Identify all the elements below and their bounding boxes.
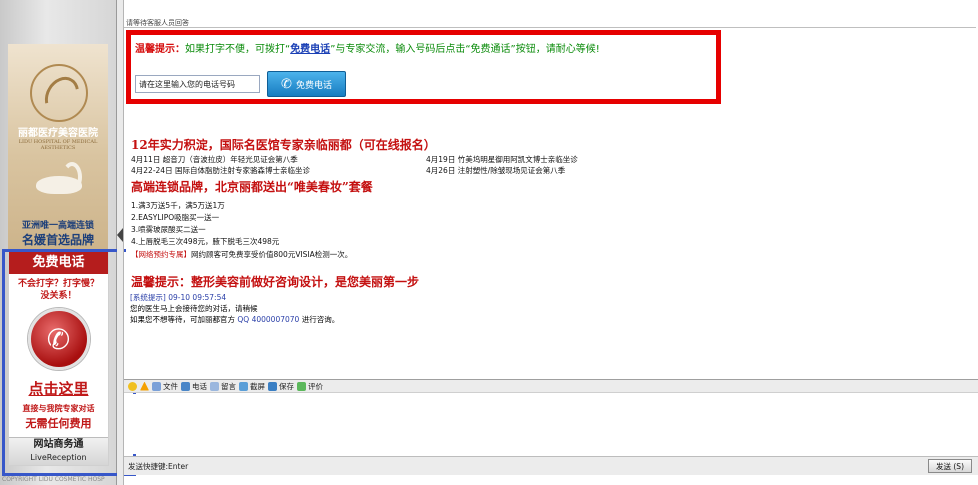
file-button[interactable]: 文件 (152, 381, 178, 392)
free-call-button[interactable]: ✆ 免费电话 (267, 71, 346, 97)
screenshot-button[interactable]: 截屏 (239, 381, 265, 392)
live-reception-footer: 网站商务通 LiveReception (9, 437, 108, 465)
system-label: [系统提示] (130, 293, 166, 302)
promo-heading-1: 12年实力积淀，国际名医馆专家亲临丽都（可在线报名） (131, 138, 436, 152)
offer-item: 3.喷雾玻尿酸买二送一 (131, 225, 206, 234)
system-text: 进行咨询。 (301, 315, 340, 324)
scissors-icon (239, 381, 248, 391)
toolbar-label: 保存 (279, 381, 294, 391)
offer-item: 1.满3万送5千，满5万送1万 (131, 201, 225, 210)
online-offer-label: 【网络预约专属】 (131, 250, 191, 259)
free-call-button-label: 免费电话 (295, 80, 332, 91)
toolbar-label: 电话 (192, 381, 207, 391)
swan-icon (30, 162, 88, 198)
footer-sub: LiveReception (30, 453, 87, 462)
toolbar-label: 留言 (221, 381, 236, 391)
system-time: 09-10 09:57:54 (168, 293, 227, 302)
free-call-title: 免费电话 (9, 252, 108, 274)
send-shortcut-hint: 发送快捷键:Enter (128, 462, 189, 471)
brand-slogan-2: 名媛首选品牌 (21, 233, 94, 247)
smiley-icon (128, 381, 137, 391)
qq-link[interactable]: QQ 4000007070 (237, 315, 299, 324)
notice-text-1: 如果打字不便，可拨打“ (185, 44, 291, 55)
offer-item: 4.上唇脱毛三次498元，腋下脱毛三次498元 (131, 237, 280, 246)
file-icon (152, 381, 161, 391)
phone-icon (181, 381, 190, 391)
note-icon (210, 381, 219, 391)
send-button[interactable]: 发送 (S) (928, 459, 972, 473)
phone-icon[interactable] (27, 308, 90, 370)
floppy-disk-icon (268, 381, 277, 391)
event-right-1: 4月19日 竹美坞明星御用阿凯文博士亲临坐诊 (426, 155, 578, 164)
system-message-header: [系统提示] 09-10 09:57:54 (130, 292, 226, 303)
emoji-button[interactable] (128, 381, 137, 391)
system-text: 如果您不想等待，可加丽都官方 (130, 315, 235, 324)
alert-button[interactable] (140, 381, 149, 391)
notice-line: 温馨提示：如果打字不便，可拨打“免费电话”与专家交流，输入号码后点击“免费通话”… (135, 40, 600, 55)
chat-window: 请等待客服人员回答 温馨提示：如果打字不便，可拨打“免费电话”与专家交流，输入号… (124, 0, 978, 485)
free-call-panel[interactable]: 免费电话 不会打字？打字慢？ 没关系！ 点击这里 直接与我院专家对话 无需任何费… (8, 251, 109, 466)
footer-title: 网站商务通 (33, 439, 84, 450)
offer-item: 2.EASYLIPO吸脂买一送一 (131, 213, 220, 222)
event-right-2: 4月26日 注射塑性/除皱现场见证会第八季 (426, 166, 566, 175)
copyright: COPYRIGHT LIDU COSMETIC HOSP (2, 476, 105, 483)
event-left-2: 4月22-24日 国际自体脂肪注射专家骆森博士亲临坐诊 (131, 166, 310, 175)
online-offer: 【网络预约专属】网约顾客可免费享受价值800元VISIA检测一次。 (131, 249, 352, 260)
free-call-sub-2: 没关系！ (40, 291, 77, 301)
status-bar: 发送快捷键:Enter 发送 (S) (124, 456, 978, 475)
promo-heading-2: 高端连锁品牌，北京丽都送出“唯美春妆”套餐 (131, 180, 373, 194)
save-button[interactable]: 保存 (268, 381, 294, 392)
chat-toolbar: 文件 电话 留言 截屏 保存 评价 (124, 379, 978, 393)
panel-splitter[interactable] (117, 0, 124, 485)
system-message-line-2: 如果您不想等待，可加丽都官方 QQ 4000007070 进行咨询。 (130, 314, 339, 325)
rate-button[interactable]: 评价 (297, 381, 323, 392)
brand-banner[interactable]: 丽都医疗美容医院 LIDU HOSPITAL OF MEDICAL AESTHE… (8, 44, 108, 249)
phone-handset-icon: ✆ (281, 76, 292, 92)
swan-logo-icon (30, 64, 88, 122)
free-call-sub-3: 直接与我院专家对话 (22, 404, 95, 413)
toolbar-label: 文件 (163, 381, 178, 391)
phone-number-input[interactable] (135, 75, 260, 93)
warning-icon (140, 381, 149, 391)
status-header: 请等待客服人员回答 (124, 18, 976, 28)
brand-name-en: LIDU HOSPITAL OF MEDICAL AESTHETICS (18, 139, 98, 151)
free-call-sub-4: 无需任何费用 (25, 417, 92, 430)
notice-label: 温馨提示： (135, 44, 185, 55)
message-input[interactable] (126, 394, 978, 454)
free-call-link[interactable]: 免费电话 (290, 44, 330, 55)
event-left-1: 4月11日 超音刀（音波拉皮）年轻光见证会第八季 (131, 155, 298, 164)
brand-slogan-1: 亚洲唯一高端连锁 (21, 221, 94, 231)
click-here-link[interactable]: 点击这里 (9, 378, 108, 399)
notice-text-2: ”与专家交流，输入号码后点击“免费通话”按钮，请耐心等候! (330, 44, 600, 55)
phone-button[interactable]: 电话 (181, 381, 207, 392)
toolbar-label: 截屏 (250, 381, 265, 391)
sidebar: 丽都医疗美容医院 LIDU HOSPITAL OF MEDICAL AESTHE… (0, 0, 117, 485)
free-call-sub-1: 不会打字？打字慢？ (17, 279, 99, 289)
brand-name: 丽都医疗美容医院 (18, 128, 98, 139)
system-message-line-1: 您的医生马上会接待您的对话，请稍候 (130, 304, 258, 313)
collapse-arrow-icon[interactable] (117, 228, 123, 242)
chat-history: 温馨提示：如果打字不便，可拨打“免费电话”与专家交流，输入号码后点击“免费通话”… (126, 30, 976, 380)
online-offer-text: 网约顾客可免费享受价值800元VISIA检测一次。 (191, 250, 353, 259)
tips-heading: 温馨提示：整形美容前做好咨询设计，是您美丽第一步 (131, 275, 420, 289)
notice-box: 温馨提示：如果打字不便，可拨打“免费电话”与专家交流，输入号码后点击“免费通话”… (126, 30, 721, 104)
toolbar-label: 评价 (308, 381, 323, 391)
message-button[interactable]: 留言 (210, 381, 236, 392)
rating-icon (297, 381, 306, 391)
